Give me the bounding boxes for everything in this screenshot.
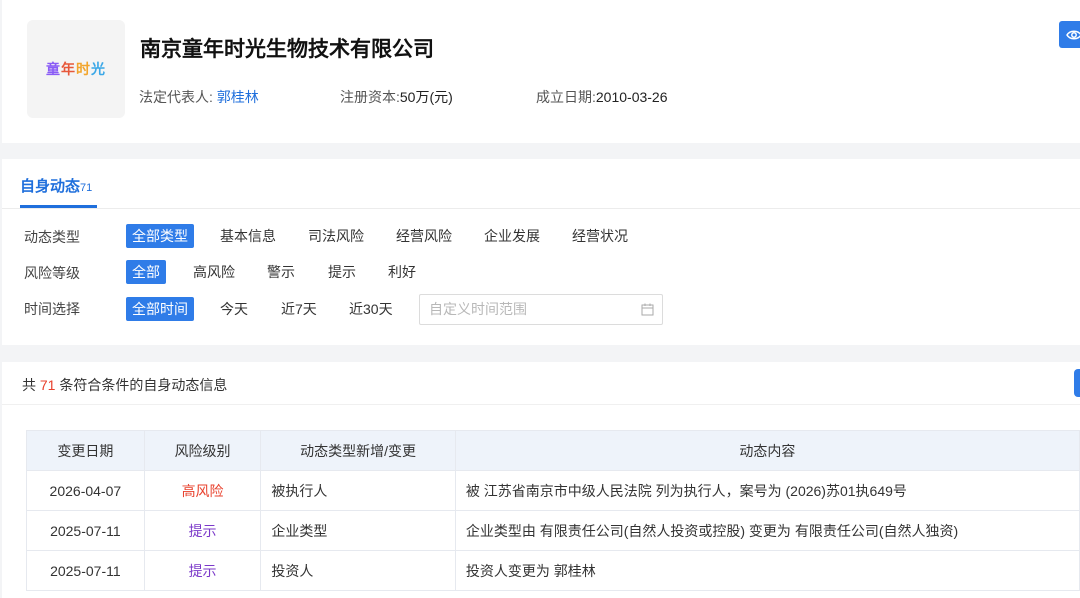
cell-type: 被执行人 xyxy=(260,470,456,511)
header-change-date: 变更日期 xyxy=(26,430,145,471)
filter-type-development[interactable]: 企业发展 xyxy=(478,224,546,248)
export-button[interactable] xyxy=(1074,369,1080,397)
calendar-icon xyxy=(641,303,654,316)
cell-risk: 高风险 xyxy=(143,470,262,511)
table-row: 2026-04-07 高风险 被执行人 被 江苏省南京市中级人民法院 列为执行人… xyxy=(26,470,1080,511)
legal-rep-link[interactable]: 郭桂林 xyxy=(217,89,259,105)
divider xyxy=(2,404,1080,405)
date-range-input[interactable]: 自定义时间范围 xyxy=(419,294,663,325)
filter-risk-label: 风险等级 xyxy=(24,265,80,281)
results-panel: 共 71 条符合条件的自身动态信息 变更日期 风险级别 动态类型新增/变更 动态… xyxy=(2,362,1080,598)
header-dynamic-type: 动态类型新增/变更 xyxy=(260,430,456,471)
summary-count: 71 xyxy=(39,377,56,393)
filter-risk-high[interactable]: 高风险 xyxy=(187,260,241,284)
filter-type-label: 动态类型 xyxy=(24,229,80,245)
filter-risk-tip[interactable]: 提示 xyxy=(322,260,362,284)
capital-label: 注册资本: xyxy=(340,89,400,105)
capital-value: 50万(元) xyxy=(399,89,453,105)
filter-type-basic[interactable]: 基本信息 xyxy=(214,224,282,248)
registered-capital: 注册资本:50万(元) xyxy=(340,87,453,107)
table-row: 2025-07-11 提示 投资人 投资人变更为 郭桂林 xyxy=(26,550,1080,591)
logo-char: 时 xyxy=(76,61,91,77)
logo-char: 年 xyxy=(61,61,76,77)
tab-count: 71 xyxy=(80,182,93,194)
cell-risk: 提示 xyxy=(143,510,262,551)
logo-char: 光 xyxy=(91,61,106,77)
logo-char: 童 xyxy=(46,61,61,77)
results-summary: 共 71 条符合条件的自身动态信息 xyxy=(22,375,227,395)
table-header-row: 变更日期 风险级别 动态类型新增/变更 动态内容 xyxy=(26,430,1080,471)
header-risk-level: 风险级别 xyxy=(143,430,262,471)
cell-content: 投资人变更为 郭桂林 xyxy=(454,550,1080,591)
cell-type: 投资人 xyxy=(260,550,456,591)
dynamics-table: 变更日期 风险级别 动态类型新增/变更 动态内容 2026-04-07 高风险 … xyxy=(26,430,1080,591)
filter-time-today[interactable]: 今天 xyxy=(214,297,254,321)
filter-risk-positive[interactable]: 利好 xyxy=(382,260,422,284)
tab-self-dynamics[interactable]: 自身动态71 xyxy=(20,175,92,196)
filter-risk-all[interactable]: 全部 xyxy=(126,260,166,284)
filter-panel: 自身动态71 动态类型 全部类型 基本信息 司法风险 经营风险 企业发展 经营状… xyxy=(2,159,1080,345)
filter-time-30days[interactable]: 近30天 xyxy=(343,297,399,321)
filter-time-7days[interactable]: 近7天 xyxy=(275,297,323,321)
cell-date: 2025-07-11 xyxy=(26,510,145,551)
summary-suffix: 条符合条件的自身动态信息 xyxy=(55,377,228,393)
filter-type-judicial[interactable]: 司法风险 xyxy=(302,224,370,248)
filter-type-operating-risk[interactable]: 经营风险 xyxy=(390,224,458,248)
cell-date: 2026-04-07 xyxy=(26,470,145,511)
cell-content: 企业类型由 有限责任公司(自然人投资或控股) 变更为 有限责任公司(自然人独资) xyxy=(454,510,1080,551)
cell-risk: 提示 xyxy=(143,550,262,591)
divider xyxy=(2,208,1080,209)
legal-rep-label: 法定代表人: xyxy=(139,89,213,105)
filter-type-all[interactable]: 全部类型 xyxy=(126,224,194,248)
cell-content: 被 江苏省南京市中级人民法院 列为执行人，案号为 (2026)苏01执649号 xyxy=(454,470,1080,511)
filter-type-operating-status[interactable]: 经营状况 xyxy=(566,224,634,248)
founded-date: 成立日期:2010-03-26 xyxy=(536,87,668,107)
cell-date: 2025-07-11 xyxy=(26,550,145,591)
summary-prefix: 共 xyxy=(22,377,40,393)
company-header-card: 童年时光 南京童年时光生物技术有限公司 法定代表人: 郭桂林 注册资本:50万(… xyxy=(2,0,1080,143)
company-name: 南京童年时光生物技术有限公司 xyxy=(140,38,434,61)
founded-value: 2010-03-26 xyxy=(595,89,668,105)
founded-label: 成立日期: xyxy=(536,89,596,105)
watch-button[interactable] xyxy=(1059,21,1080,48)
header-dynamic-content: 动态内容 xyxy=(454,430,1080,471)
filter-risk-warning[interactable]: 警示 xyxy=(261,260,301,284)
date-range-placeholder: 自定义时间范围 xyxy=(429,301,527,317)
cell-type: 企业类型 xyxy=(260,510,456,551)
legal-representative: 法定代表人: 郭桂林 xyxy=(139,87,259,107)
tab-label: 自身动态 xyxy=(20,178,81,195)
table-row: 2025-07-11 提示 企业类型 企业类型由 有限责任公司(自然人投资或控股… xyxy=(26,510,1080,551)
company-logo: 童年时光 xyxy=(27,20,125,118)
eye-icon xyxy=(1066,30,1080,39)
filter-time-all[interactable]: 全部时间 xyxy=(126,297,194,321)
filter-time-label: 时间选择 xyxy=(24,301,80,317)
